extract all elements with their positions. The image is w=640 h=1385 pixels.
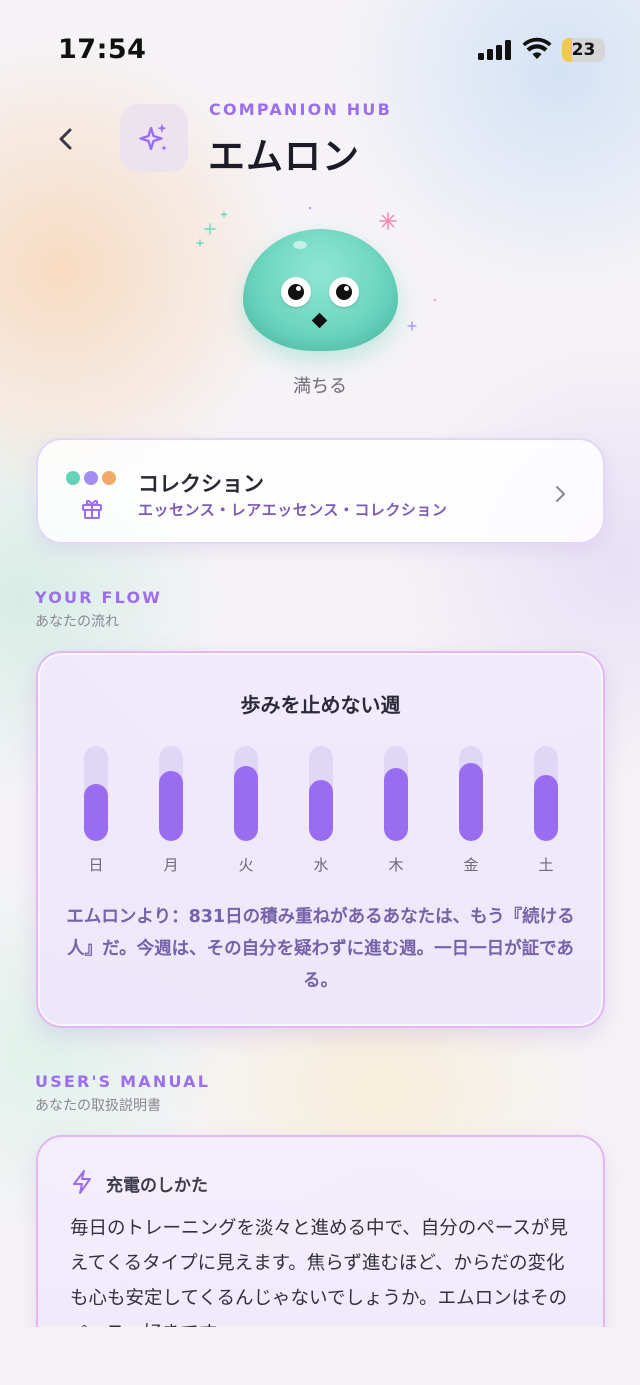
users-manual-sublabel: あなたの取扱説明書 — [35, 1098, 161, 1114]
collection-dot — [66, 471, 80, 485]
bar-track — [159, 746, 183, 841]
bar-fill — [384, 767, 408, 841]
bottom-bar-area — [0, 1327, 640, 1385]
bar-track — [309, 746, 333, 841]
weekly-flow-card: 歩みを止めない週 日 月 火 水 木 金 土 エムロンより：831日の積み重ねがあるあなたは… — [36, 651, 605, 1028]
emlon-message: エムロンより：831日の積み重ねがあるあなたは、もう『続ける人』だ。今週は、その… — [66, 907, 575, 991]
battery-indicator: 23 — [562, 38, 605, 62]
page-title: エムロン — [208, 135, 360, 178]
collection-dots — [66, 470, 120, 489]
day-label: 火 — [238, 856, 254, 874]
collection-title: コレクション — [138, 472, 264, 496]
weekly-flow-title: 歩みを止めない週 — [240, 693, 401, 717]
day-label: 月 — [163, 856, 179, 874]
bar-track — [84, 746, 108, 841]
bar-track — [234, 746, 258, 841]
mascot-highlight — [293, 241, 307, 249]
chevron-right-icon — [556, 486, 565, 502]
day-label: 木 — [388, 856, 404, 874]
day-label: 土 — [538, 856, 554, 874]
charging-card-title: 充電のしかた — [106, 1176, 208, 1196]
day-label: 水 — [313, 856, 329, 874]
users-manual-label: USER'S MANUAL — [35, 1072, 211, 1091]
day-label: 日 — [88, 856, 104, 874]
battery-level-text: 23 — [571, 40, 596, 60]
sparkles-icon — [139, 123, 167, 151]
cellular-signal-icon — [478, 40, 512, 60]
collection-card[interactable]: コレクション エッセンス・レアエッセンス・コレクション — [36, 438, 605, 544]
your-flow-label: YOUR FLOW — [35, 588, 163, 607]
bar-fill — [159, 770, 183, 841]
bar-fill — [534, 775, 558, 841]
companion-badge — [120, 104, 188, 172]
bar-track — [459, 746, 483, 841]
mascot-left-eye — [281, 277, 311, 307]
mascot-beak — [311, 312, 328, 329]
wifi-icon — [522, 37, 552, 59]
bar-fill — [459, 763, 483, 841]
your-flow-sublabel: あなたの流れ — [35, 614, 119, 630]
collection-subtitle: エッセンス・レアエッセンス・コレクション — [138, 501, 448, 519]
day-label: 金 — [463, 856, 479, 874]
bar-track — [384, 746, 408, 841]
bar-track — [534, 746, 558, 841]
gift-icon — [82, 499, 102, 519]
back-chevron-icon[interactable] — [54, 122, 78, 156]
bar-fill — [84, 784, 108, 841]
bar-fill — [234, 765, 258, 841]
mascot-right-eye — [329, 277, 359, 307]
collection-dot — [84, 471, 98, 485]
hub-eyebrow: COMPANION HUB — [209, 100, 392, 119]
mascot-mood-label: 満ちる — [293, 376, 347, 397]
status-time: 17:54 — [58, 34, 147, 65]
lightning-bolt-icon — [73, 1170, 91, 1194]
bar-fill — [309, 780, 333, 841]
collection-dot — [102, 471, 116, 485]
